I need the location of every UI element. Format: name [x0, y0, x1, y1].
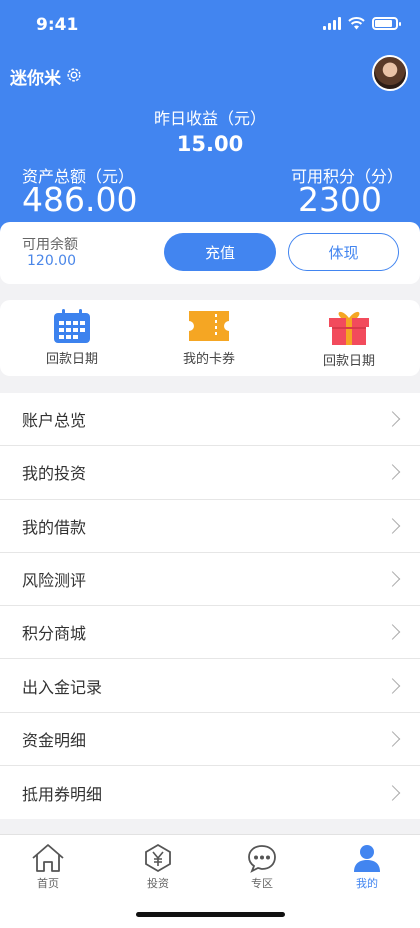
username: 迷你米 — [10, 69, 61, 89]
withdraw-button[interactable]: 体现 — [288, 233, 399, 271]
menu-item-label: 出入金记录 — [22, 677, 103, 697]
chevron-right-icon — [384, 624, 401, 641]
menu-item-label: 抵用券明细 — [22, 784, 103, 804]
tab-zone[interactable]: 专区 — [222, 843, 302, 891]
tab-label: 我的 — [356, 877, 378, 890]
quick-action-label: 我的卡券 — [182, 352, 235, 367]
total-assets-value: 486.00 — [22, 180, 138, 219]
tab-label: 首页 — [37, 877, 59, 890]
chevron-right-icon — [384, 517, 401, 534]
menu-item-deposit-withdraw-records[interactable]: 出入金记录 — [0, 659, 420, 713]
chevron-right-icon — [384, 464, 401, 481]
quick-actions: 回款日期 我的卡券 回款日期 — [0, 300, 420, 376]
menu-item-label: 我的借款 — [22, 517, 87, 537]
menu-item-label: 资金明细 — [22, 730, 87, 750]
status-bar: 9:41 — [0, 0, 420, 50]
menu-item-fund-details[interactable]: 资金明细 — [0, 713, 420, 767]
menu-item-points-mall[interactable]: 积分商城 — [0, 606, 420, 660]
status-icons — [323, 17, 401, 30]
chevron-right-icon — [384, 571, 401, 587]
signal-icon — [323, 17, 341, 30]
quick-action-repayment-date-2[interactable]: 回款日期 — [299, 308, 399, 369]
home-icon — [32, 844, 64, 872]
gift-icon — [329, 311, 369, 345]
menu-item-voucher-details[interactable]: 抵用券明细 — [0, 766, 420, 819]
chevron-right-icon — [384, 677, 401, 694]
menu-item-risk-assessment[interactable]: 风险测评 — [0, 553, 420, 607]
yen-icon — [145, 843, 171, 873]
menu-item-account-overview[interactable]: 账户总览 — [0, 393, 420, 447]
header: 9:41 迷你米 昨日收益（元） 15.00 资产总额（元） 486.00 可用… — [0, 0, 420, 255]
menu-list: 账户总览 我的投资 我的借款 风险测评 积分商城 出入金记录 资金明细 抵用券明… — [0, 393, 420, 820]
menu-item-my-investments[interactable]: 我的投资 — [0, 446, 420, 500]
menu-item-label: 积分商城 — [22, 624, 87, 644]
menu-item-label: 我的投资 — [22, 464, 87, 484]
wifi-icon — [348, 17, 365, 30]
balance-card: 可用余额 120.00 充值 体现 — [0, 222, 420, 284]
quick-action-repayment-date[interactable]: 回款日期 — [22, 308, 122, 367]
ticket-icon — [189, 311, 229, 341]
tab-label: 投资 — [147, 877, 169, 890]
menu-item-label: 账户总览 — [22, 411, 87, 431]
chat-icon — [248, 845, 276, 873]
chevron-right-icon — [384, 784, 401, 801]
quick-action-label: 回款日期 — [322, 354, 375, 369]
tab-home[interactable]: 首页 — [8, 843, 88, 891]
tab-mine[interactable]: 我的 — [327, 843, 407, 891]
gear-icon[interactable] — [65, 66, 83, 84]
yesterday-earnings-label: 昨日收益（元） — [153, 109, 266, 128]
chevron-right-icon — [384, 411, 401, 427]
menu-item-my-loans[interactable]: 我的借款 — [0, 500, 420, 553]
chevron-right-icon — [384, 731, 401, 747]
yesterday-earnings-value: 15.00 — [176, 132, 244, 156]
available-points-value: 2300 — [298, 180, 382, 219]
battery-icon — [372, 17, 401, 30]
quick-action-my-coupons[interactable]: 我的卡券 — [159, 308, 259, 367]
home-indicator — [136, 912, 285, 917]
tab-label: 专区 — [251, 877, 273, 890]
menu-item-label: 风险测评 — [22, 571, 87, 591]
status-time: 9:41 — [36, 15, 79, 35]
avatar[interactable] — [372, 55, 408, 91]
tab-invest[interactable]: 投资 — [118, 843, 198, 891]
recharge-button[interactable]: 充值 — [164, 233, 276, 271]
quick-action-label: 回款日期 — [45, 352, 98, 367]
balance-label: 可用余额 — [22, 237, 78, 253]
balance-value: 120.00 — [27, 253, 76, 269]
user-icon — [354, 845, 380, 872]
calendar-icon — [54, 309, 90, 343]
